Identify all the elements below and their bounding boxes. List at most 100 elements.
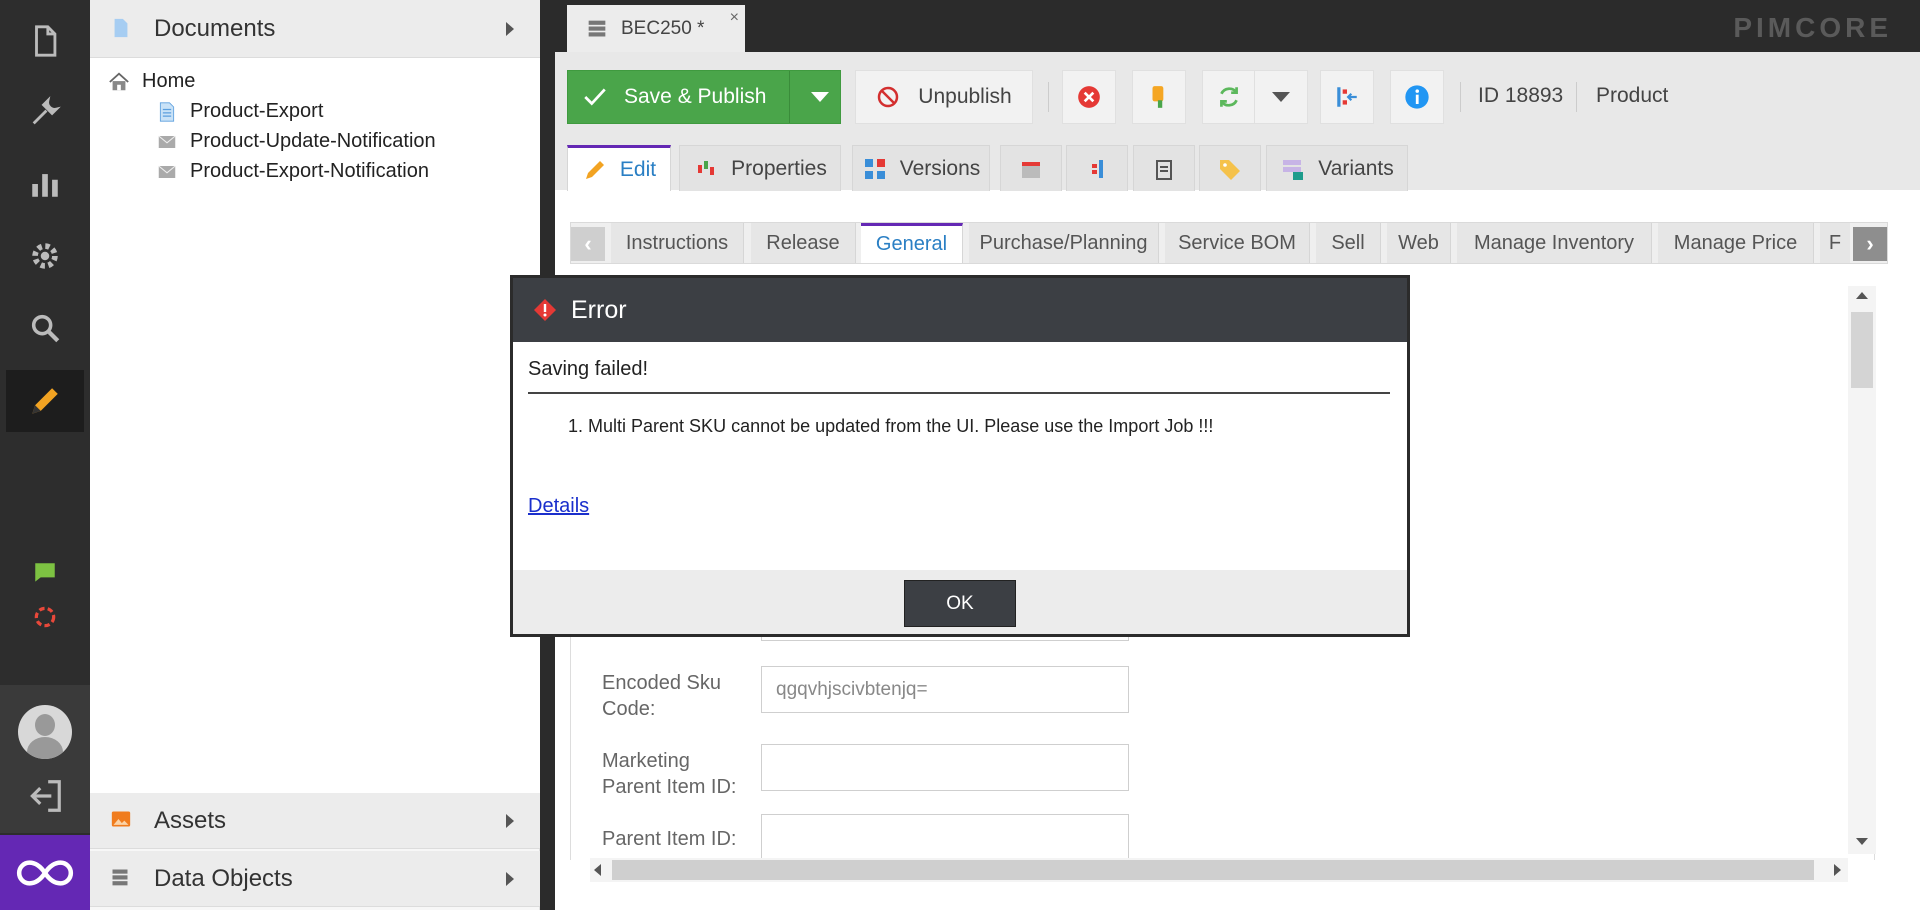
marketing-parent-label: Marketing Parent Item ID:: [602, 750, 737, 798]
tree-node-product-update-notification[interactable]: Product-Update-Notification: [156, 130, 436, 153]
chevron-down-icon: [1272, 92, 1290, 102]
main-navigation: [0, 0, 90, 910]
tab-more[interactable]: F: [1820, 223, 1850, 263]
tab-instructions[interactable]: Instructions: [611, 223, 744, 263]
assets-panel-header[interactable]: Assets: [90, 793, 540, 849]
chevron-down-icon[interactable]: [811, 92, 829, 102]
data-objects-panel-header[interactable]: Data Objects: [90, 851, 540, 907]
error-message: 1. Multi Parent SKU cannot be updated fr…: [568, 416, 1214, 436]
tab-tags[interactable]: [1199, 145, 1261, 191]
documents-icon[interactable]: [0, 5, 90, 77]
edit-icon[interactable]: [6, 370, 84, 432]
reload-button[interactable]: [1202, 70, 1256, 124]
search-icon[interactable]: [0, 292, 90, 364]
tab-service-bom[interactable]: Service BOM: [1165, 223, 1310, 263]
assets-icon: [110, 809, 134, 833]
logout-icon[interactable]: [26, 777, 64, 820]
forbidden-icon: [876, 85, 900, 109]
home-icon: [108, 71, 130, 93]
info-button[interactable]: [1390, 70, 1444, 124]
tab-label: Properties: [731, 156, 827, 180]
tab-dependencies[interactable]: [1066, 145, 1128, 191]
save-publish-button[interactable]: Save & Publish: [567, 70, 841, 124]
analytics-icon[interactable]: [0, 148, 90, 220]
tree-node-home[interactable]: Home: [108, 70, 195, 93]
documents-panel-header[interactable]: Documents: [90, 0, 540, 58]
sync-icon[interactable]: [0, 582, 90, 652]
divider: [528, 392, 1390, 394]
tab-label: BEC250 *: [621, 17, 705, 39]
tab-purchase-planning[interactable]: Purchase/Planning: [969, 223, 1159, 263]
scroll-left-icon[interactable]: ‹: [571, 227, 605, 261]
tab-edit[interactable]: Edit: [567, 145, 671, 191]
settings-icon[interactable]: [0, 220, 90, 292]
tab-web[interactable]: Web: [1387, 223, 1451, 263]
tab-label: Edit: [619, 157, 657, 181]
email-icon: [156, 131, 178, 153]
tools-icon[interactable]: [0, 76, 90, 148]
variants-icon: [1280, 156, 1306, 182]
encoded-sku-label: Encoded Sku Code:: [602, 672, 721, 720]
scroll-up-icon[interactable]: [1856, 292, 1868, 299]
tree-node-label: Product-Update-Notification: [190, 130, 436, 152]
encoded-sku-input[interactable]: qgqvhjscivbtenjq=: [761, 666, 1129, 713]
ok-button[interactable]: OK: [904, 580, 1016, 627]
dialog-title: Error: [571, 295, 627, 324]
tree-node-label: Home: [142, 70, 196, 92]
save-publish-label: Save & Publish: [624, 85, 767, 108]
error-dialog: Error Saving failed! 1. Multi Parent SKU…: [510, 275, 1410, 637]
tab-notes[interactable]: [1133, 145, 1195, 191]
data-objects-label: Data Objects: [154, 864, 293, 892]
details-link[interactable]: Details: [528, 495, 589, 518]
horizontal-scroll-thumb[interactable]: [612, 860, 1814, 880]
tab-properties[interactable]: Properties: [679, 145, 841, 191]
scroll-left-icon[interactable]: [594, 864, 601, 876]
properties-icon: [693, 156, 719, 182]
scroll-right-icon[interactable]: [1834, 864, 1841, 876]
parent-item-label: Parent Item ID:: [602, 828, 737, 850]
tree-node-product-export[interactable]: Product-Export: [156, 100, 323, 123]
tree-icon: [1334, 84, 1360, 110]
tab-manage-price[interactable]: Manage Price: [1658, 223, 1814, 263]
tab-label: Versions: [899, 156, 981, 180]
scroll-down-icon[interactable]: [1856, 838, 1868, 845]
tab-variants[interactable]: Variants: [1266, 145, 1408, 191]
tab-manage-inventory[interactable]: Manage Inventory: [1457, 223, 1652, 263]
user-area: [0, 685, 90, 833]
expand-arrow-icon[interactable]: [506, 21, 514, 36]
expand-arrow-icon[interactable]: [506, 813, 514, 828]
tree-node-label: Product-Export: [190, 100, 324, 122]
tree-node-label: Product-Export-Notification: [190, 160, 429, 182]
close-icon[interactable]: ×: [730, 9, 739, 27]
delete-button[interactable]: [1062, 70, 1116, 124]
parent-item-input[interactable]: [761, 814, 1129, 858]
tree-panel: Documents Home Product-Export Product-Up…: [90, 0, 540, 910]
tag-key-icon: [1146, 84, 1172, 110]
clipboard-icon: [1151, 156, 1177, 182]
assets-label: Assets: [154, 806, 227, 834]
document-icon: [110, 17, 134, 41]
pimcore-brand-icon[interactable]: [0, 835, 90, 910]
tab-versions[interactable]: Versions: [852, 145, 990, 191]
more-options-button[interactable]: [1254, 70, 1308, 124]
tab-release[interactable]: Release: [751, 223, 856, 263]
object-tab[interactable]: BEC250 * ×: [567, 5, 745, 52]
dependencies-icon: [1084, 156, 1110, 182]
check-icon: [582, 84, 608, 110]
tab-general[interactable]: General: [861, 223, 963, 263]
tab-schedule[interactable]: [1000, 145, 1062, 191]
vertical-scroll-thumb[interactable]: [1851, 312, 1873, 388]
top-bar: [540, 0, 1920, 52]
email-icon: [156, 161, 178, 183]
rename-button[interactable]: [1132, 70, 1186, 124]
unpublish-button[interactable]: Unpublish: [855, 70, 1033, 124]
show-in-tree-button[interactable]: [1320, 70, 1374, 124]
tab-sell[interactable]: Sell: [1316, 223, 1381, 263]
document-tree: Home Product-Export Product-Update-Notif…: [90, 58, 540, 793]
scroll-right-icon[interactable]: ›: [1853, 227, 1887, 261]
avatar-icon[interactable]: [18, 705, 72, 759]
tree-node-product-export-notification[interactable]: Product-Export-Notification: [156, 160, 429, 183]
expand-arrow-icon[interactable]: [506, 871, 514, 886]
error-icon: [533, 298, 557, 322]
marketing-parent-input[interactable]: [761, 744, 1129, 791]
